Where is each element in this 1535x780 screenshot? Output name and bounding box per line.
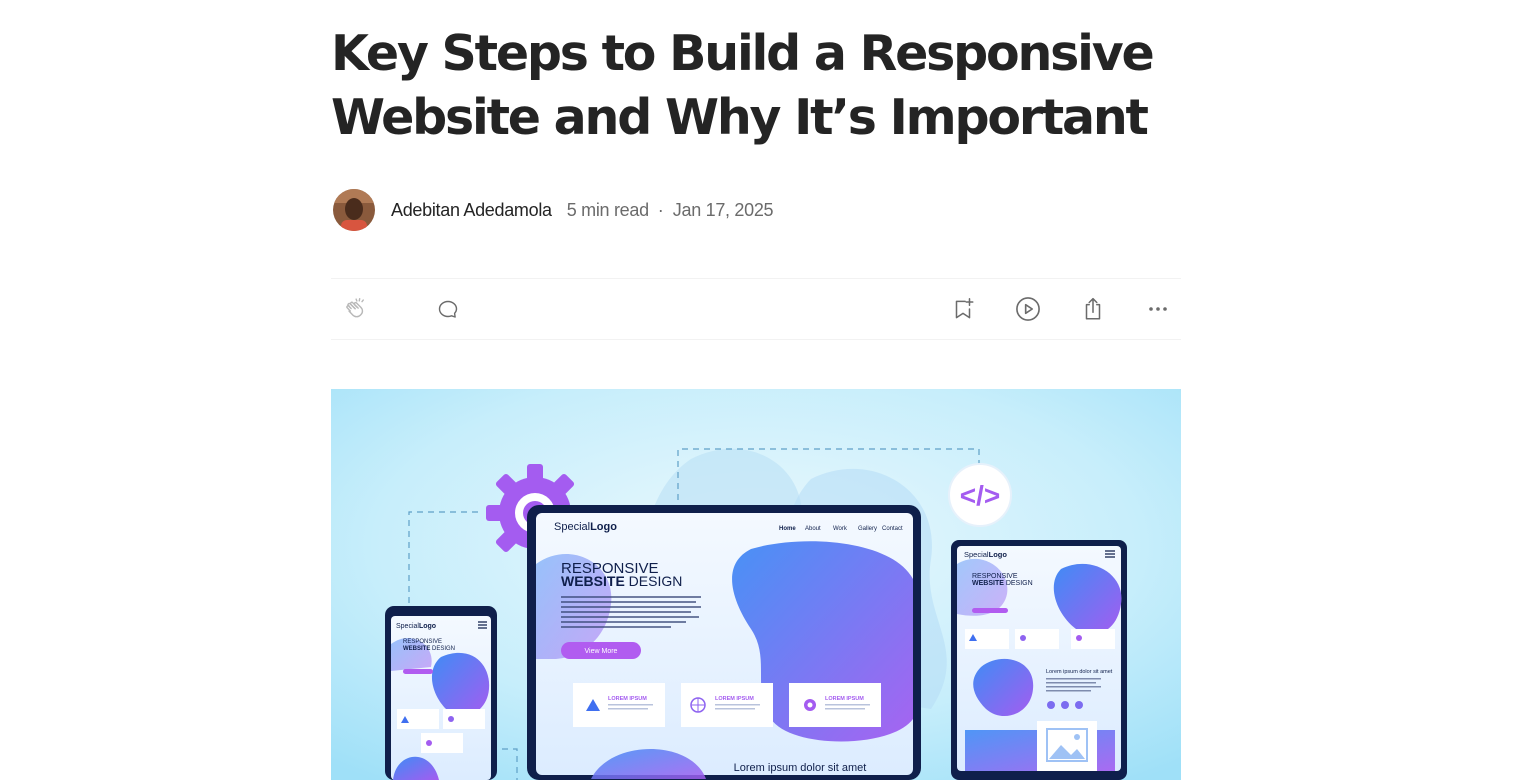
svg-text:LOREM IPSUM: LOREM IPSUM: [715, 696, 754, 702]
feature-card: LOREM IPSUM: [681, 683, 773, 727]
svg-text:SpecialLogo: SpecialLogo: [964, 550, 1007, 559]
feature-card: LOREM IPSUM: [789, 683, 881, 727]
svg-text:Lorem ipsum dolor sit amet: Lorem ipsum dolor sit amet: [734, 762, 867, 774]
svg-text:SpecialLogo: SpecialLogo: [396, 623, 436, 630]
play-icon: [1016, 297, 1040, 321]
tablet-mockup: SpecialLogo RESPONSIVE WEBSITE DESIGN Lo…: [951, 540, 1127, 780]
svg-text:WEBSITE DESIGN: WEBSITE DESIGN: [403, 646, 455, 652]
byline: Adebitan Adedamola 5 min read · Jan 17, …: [331, 189, 1181, 231]
svg-text:Contact: Contact: [882, 526, 903, 532]
svg-text:WEBSITE DESIGN: WEBSITE DESIGN: [561, 573, 682, 589]
read-time: 5 min read: [566, 199, 649, 220]
publish-date: Jan 17, 2025: [672, 199, 774, 220]
svg-text:Work: Work: [833, 526, 848, 532]
author-avatar[interactable]: [333, 189, 375, 231]
share-button[interactable]: [1078, 294, 1108, 324]
hero-image: </> SpecialLogo Home About Work Gallery …: [331, 389, 1181, 780]
clap-icon: [346, 298, 364, 318]
more-options-button[interactable]: [1143, 294, 1173, 324]
svg-text:RESPONSIVE: RESPONSIVE: [972, 573, 1018, 580]
listen-button[interactable]: [1013, 294, 1043, 324]
article-action-bar: [331, 278, 1181, 340]
bookmark-add-icon: [955, 297, 974, 319]
svg-text:Lorem ipsum dolor sit amet: Lorem ipsum dolor sit amet: [1046, 669, 1113, 675]
feature-card: LOREM IPSUM: [573, 683, 665, 727]
svg-text:LOREM IPSUM: LOREM IPSUM: [825, 696, 864, 702]
comment-button[interactable]: [433, 294, 463, 324]
svg-text:LOREM IPSUM: LOREM IPSUM: [608, 696, 647, 702]
svg-text:RESPONSIVE: RESPONSIVE: [403, 639, 442, 645]
share-icon: [1085, 297, 1101, 320]
code-badge: </>: [948, 463, 1012, 527]
meta-separator: ·: [657, 199, 664, 220]
svg-text:Gallery: Gallery: [858, 526, 877, 532]
code-icon: </>: [960, 480, 1000, 511]
svg-text:WEBSITE DESIGN: WEBSITE DESIGN: [972, 580, 1033, 587]
svg-text:View More: View More: [585, 648, 618, 655]
bookmark-button[interactable]: [948, 294, 978, 324]
svg-text:Home: Home: [779, 526, 796, 532]
author-name[interactable]: Adebitan Adedamola: [391, 200, 552, 221]
article-title: Key Steps to Build a Responsive Website …: [331, 25, 1155, 146]
svg-text:SpecialLogo: SpecialLogo: [554, 521, 617, 533]
comment-icon: [438, 300, 458, 318]
more-icon: [1149, 307, 1167, 311]
phone-mockup: SpecialLogo RESPONSIVE WEBSITE DESIGN: [385, 606, 497, 780]
svg-text:About: About: [805, 526, 821, 532]
laptop-mockup: SpecialLogo Home About Work Gallery Cont…: [527, 505, 921, 780]
clap-button[interactable]: [341, 294, 371, 324]
